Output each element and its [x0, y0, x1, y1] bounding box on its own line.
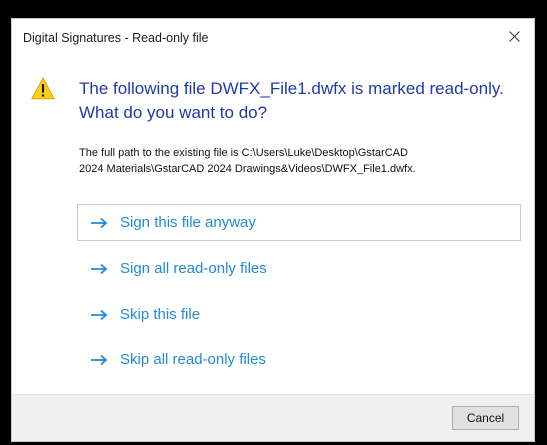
command-label: Skip this file	[120, 306, 201, 323]
title-bar: Digital Signatures - Read-only file	[12, 19, 534, 59]
arrow-right-icon	[91, 263, 108, 274]
command-label: Sign this file anyway	[120, 214, 256, 231]
main-instruction: The following file DWFX_File1.dwfx is ma…	[79, 79, 504, 122]
arrow-right-icon	[91, 217, 108, 228]
dialog-footer: Cancel	[12, 394, 534, 441]
close-button[interactable]	[494, 19, 534, 53]
sign-this-file-anyway-button[interactable]: Sign this file anyway	[77, 204, 521, 241]
warning-icon	[31, 77, 55, 100]
arrow-right-icon	[91, 354, 108, 365]
dialog-title: Digital Signatures - Read-only file	[23, 31, 209, 45]
skip-all-read-only-files-button[interactable]: Skip all read-only files	[77, 341, 521, 378]
arrow-right-icon	[91, 309, 108, 320]
command-label: Sign all read-only files	[120, 260, 267, 277]
command-label: Skip all read-only files	[120, 351, 266, 368]
file-path-text: The full path to the existing file is C:…	[79, 147, 416, 175]
sign-all-read-only-files-button[interactable]: Sign all read-only files	[77, 250, 521, 287]
close-icon	[508, 30, 520, 42]
skip-this-file-button[interactable]: Skip this file	[77, 296, 521, 333]
cancel-button[interactable]: Cancel	[452, 406, 519, 430]
read-only-file-dialog: Digital Signatures - Read-only file The …	[11, 18, 535, 442]
